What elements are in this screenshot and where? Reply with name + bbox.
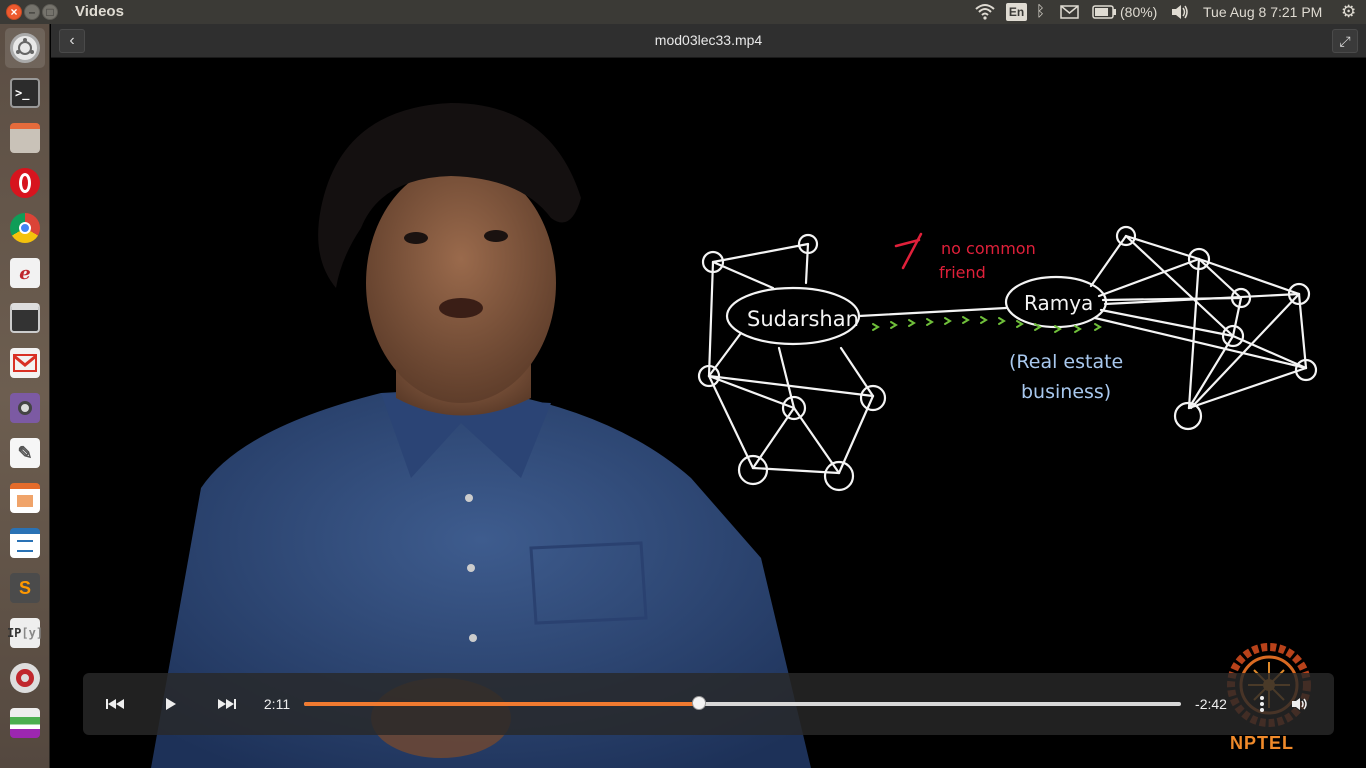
video-frame[interactable]: Sudarshan Ramya no common friend (Real e… (51, 58, 1366, 768)
fullscreen-button[interactable]: ⤢ (1332, 29, 1358, 53)
network-diagram: Sudarshan Ramya no common friend (Real e… (697, 225, 1318, 492)
nptel-logo-text: NPTEL (1230, 733, 1295, 753)
close-icon: × (10, 5, 18, 19)
battery-icon[interactable] (1092, 2, 1117, 22)
launcher-webcam[interactable] (5, 388, 45, 428)
launcher-misc[interactable] (5, 703, 45, 743)
minimize-window-button[interactable]: – (24, 4, 40, 20)
maximize-window-button[interactable]: □ (42, 4, 58, 20)
annotation-no-common: no common (941, 239, 1036, 258)
wifi-icon[interactable] (975, 2, 995, 22)
writer-icon (10, 528, 40, 558)
video-header-bar: ‹ mod03lec33.mp4 ⤢ (51, 24, 1366, 58)
ipython-icon: IP [y] (7, 618, 43, 648)
launcher-impress[interactable] (5, 478, 45, 518)
launcher-files[interactable] (5, 118, 45, 158)
annotation-friend: friend (939, 263, 986, 282)
node-label-ramya: Ramya (1024, 291, 1093, 315)
play-icon (166, 698, 176, 710)
node-label-sudarshan: Sudarshan (747, 307, 859, 331)
ubuntu-logo-icon (10, 33, 40, 63)
opera-icon (10, 168, 40, 198)
lifebuoy-icon (10, 663, 40, 693)
stacked-apps-icon (10, 708, 40, 738)
remaining-time: -2:42 (1195, 696, 1227, 712)
text-editor-icon: ✎ (10, 438, 40, 468)
seek-bar-handle[interactable] (691, 696, 706, 710)
close-window-button[interactable]: × (6, 4, 22, 20)
launcher-videos[interactable] (5, 298, 45, 338)
annotation-real-estate: (Real estate (1009, 351, 1123, 373)
chrome-icon (10, 213, 40, 243)
maximize-icon: □ (46, 5, 54, 19)
seek-bar-progress (304, 702, 699, 706)
minimize-icon: – (28, 5, 36, 19)
top-panel: × – □ Videos En ᛒ (80%) Tue Aug 8 7:21 P… (0, 0, 1366, 24)
more-options-button[interactable] (1253, 693, 1271, 715)
launcher: >_ e ✎ S IP [y] (0, 24, 50, 768)
file-cabinet-icon (10, 123, 40, 153)
launcher-writer[interactable] (5, 523, 45, 563)
clock[interactable]: Tue Aug 8 7:21 PM (1203, 2, 1322, 22)
launcher-terminal[interactable]: >_ (5, 73, 45, 113)
volume-icon[interactable] (1170, 2, 1190, 22)
skip-forward-icon (218, 699, 236, 709)
launcher-ubuntu-dash[interactable] (5, 28, 45, 68)
launcher-document-viewer[interactable]: e (5, 253, 45, 293)
keyboard-layout-indicator[interactable]: En (1006, 3, 1027, 21)
launcher-text-editor[interactable]: ✎ (5, 433, 45, 473)
mail-icon[interactable] (1060, 2, 1079, 22)
bluetooth-icon[interactable]: ᛒ (1036, 2, 1045, 22)
playback-controls: 2:11 -2:42 (83, 673, 1334, 735)
document-viewer-icon: e (10, 258, 40, 288)
fullscreen-icon: ⤢ (1339, 33, 1351, 49)
launcher-gmail[interactable] (5, 343, 45, 383)
video-file-title: mod03lec33.mp4 (654, 32, 763, 48)
terminal-icon: >_ (10, 78, 40, 108)
speaker-icon (1292, 698, 1307, 710)
system-settings-icon[interactable]: ⚙ (1341, 2, 1356, 22)
launcher-opera[interactable] (5, 163, 45, 203)
kebab-menu-icon (1260, 696, 1264, 712)
launcher-chrome[interactable] (5, 208, 45, 248)
elapsed-time: 2:11 (263, 696, 291, 712)
launcher-ipython[interactable]: IP [y] (5, 613, 45, 653)
gmail-icon (10, 348, 40, 378)
battery-percent: (80%) (1120, 4, 1158, 20)
app-title: Videos (75, 3, 124, 20)
next-chapter-button[interactable] (215, 693, 239, 715)
presentation-icon (10, 483, 40, 513)
launcher-system-app[interactable] (5, 658, 45, 698)
skip-back-icon (106, 699, 124, 709)
clapperboard-icon (10, 303, 40, 333)
sublime-text-icon: S (10, 573, 40, 603)
seek-bar[interactable] (304, 696, 1181, 710)
volume-button[interactable] (1289, 693, 1311, 715)
play-button[interactable] (161, 693, 181, 715)
launcher-sublime[interactable]: S (5, 568, 45, 608)
previous-chapter-button[interactable] (103, 693, 127, 715)
webcam-icon (10, 393, 40, 423)
annotation-business: business) (1021, 381, 1111, 403)
